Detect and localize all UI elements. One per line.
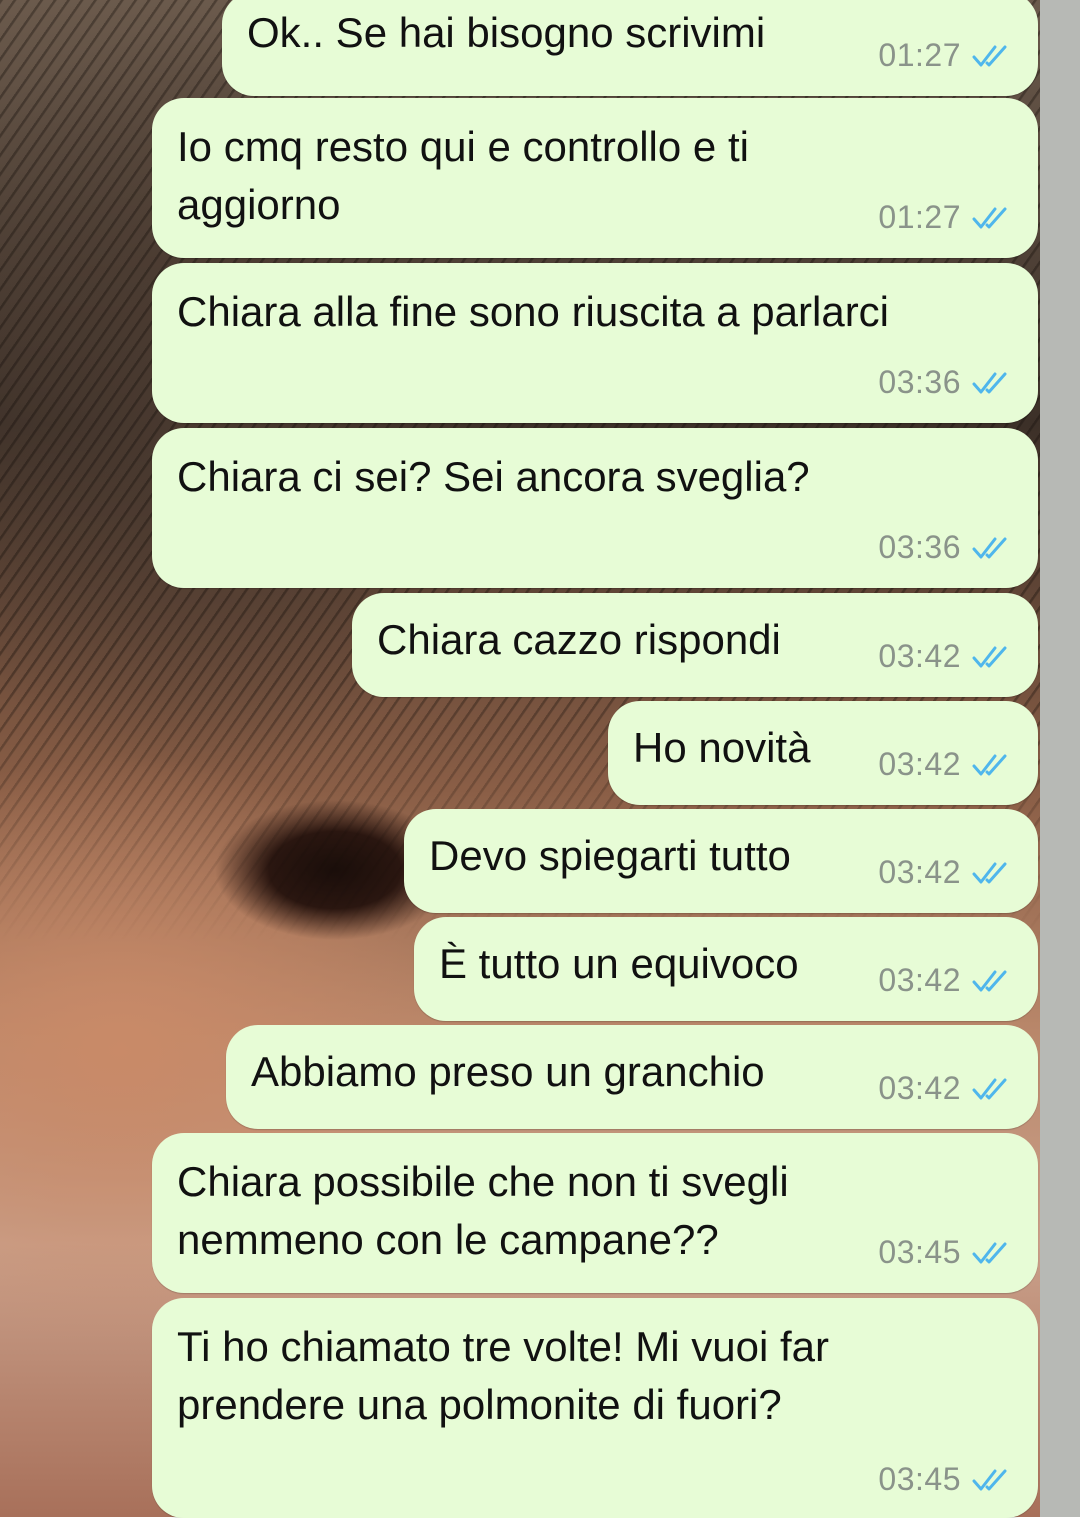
message-text: Chiara cazzo rispondi [377,616,781,663]
double-check-read-icon [972,45,1007,66]
message-text: Io cmq resto qui e controllo e ti aggior… [177,123,749,228]
message-bubble[interactable]: Io cmq resto qui e controllo e ti aggior… [152,98,1038,258]
message-bubble[interactable]: Devo spiegarti tutto 03:42 [404,809,1038,913]
message-meta: 03:45 [878,1234,1013,1271]
message-time: 03:45 [878,1234,961,1270]
message-time: 03:42 [878,638,961,674]
double-check-read-icon [972,1078,1007,1099]
message-text: È tutto un equivoco [439,940,799,987]
message-text: Chiara ci sei? Sei ancora sveglia? [177,453,810,500]
message-text: Chiara alla fine sono riuscita a parlarc… [177,288,890,335]
double-check-read-icon [972,754,1007,775]
double-check-read-icon [972,1242,1007,1263]
message-text: Chiara possibile che non ti svegli nemme… [177,1158,789,1263]
message-meta: 03:42 [878,1070,1013,1107]
message-meta: 01:27 [878,199,1013,236]
message-bubble[interactable]: Ti ho chiamato tre volte! Mi vuoi far pr… [152,1298,1038,1518]
message-time: 03:36 [878,529,961,565]
double-check-read-icon [972,1469,1007,1490]
message-text: Ti ho chiamato tre volte! Mi vuoi far pr… [177,1323,830,1428]
message-bubble[interactable]: Abbiamo preso un granchio 03:42 [226,1025,1038,1129]
double-check-read-icon [972,646,1007,667]
message-text: Abbiamo preso un granchio [251,1048,765,1095]
message-bubble[interactable]: Ho novità 03:42 [608,701,1038,805]
message-time: 01:27 [878,37,961,73]
message-text: Devo spiegarti tutto [429,832,791,879]
message-list[interactable]: Ok.. Se hai bisogno scrivimi 01:27 Io cm… [0,0,1080,1518]
message-time: 03:42 [878,854,961,890]
message-time: 03:36 [878,364,961,400]
message-text: Ok.. Se hai bisogno scrivimi [247,9,766,56]
message-bubble[interactable]: È tutto un equivoco 03:42 [414,917,1038,1021]
message-time: 03:42 [878,746,961,782]
message-bubble[interactable]: Chiara ci sei? Sei ancora sveglia? 03:36 [152,428,1038,588]
message-meta: 03:42 [878,962,1013,999]
message-meta: 03:42 [878,638,1013,675]
double-check-read-icon [972,372,1007,393]
message-bubble[interactable]: Chiara alla fine sono riuscita a parlarc… [152,263,1038,423]
message-bubble[interactable]: Chiara possibile che non ti svegli nemme… [152,1133,1038,1293]
double-check-read-icon [972,970,1007,991]
message-meta: 03:42 [878,854,1013,891]
message-meta: 03:42 [878,746,1013,783]
message-meta: 03:36 [878,364,1013,401]
message-time: 03:42 [878,962,961,998]
message-meta: 01:27 [878,37,1013,74]
message-time: 03:45 [878,1461,961,1497]
message-time: 03:42 [878,1070,961,1106]
message-meta: 03:36 [878,529,1013,566]
message-meta: 03:45 [878,1461,1013,1498]
message-text: Ho novità [633,724,811,771]
message-bubble[interactable]: Ok.. Se hai bisogno scrivimi 01:27 [222,0,1038,96]
message-time: 01:27 [878,199,961,235]
message-bubble[interactable]: Chiara cazzo rispondi 03:42 [352,593,1038,697]
double-check-read-icon [972,207,1007,228]
double-check-read-icon [972,537,1007,558]
double-check-read-icon [972,862,1007,883]
